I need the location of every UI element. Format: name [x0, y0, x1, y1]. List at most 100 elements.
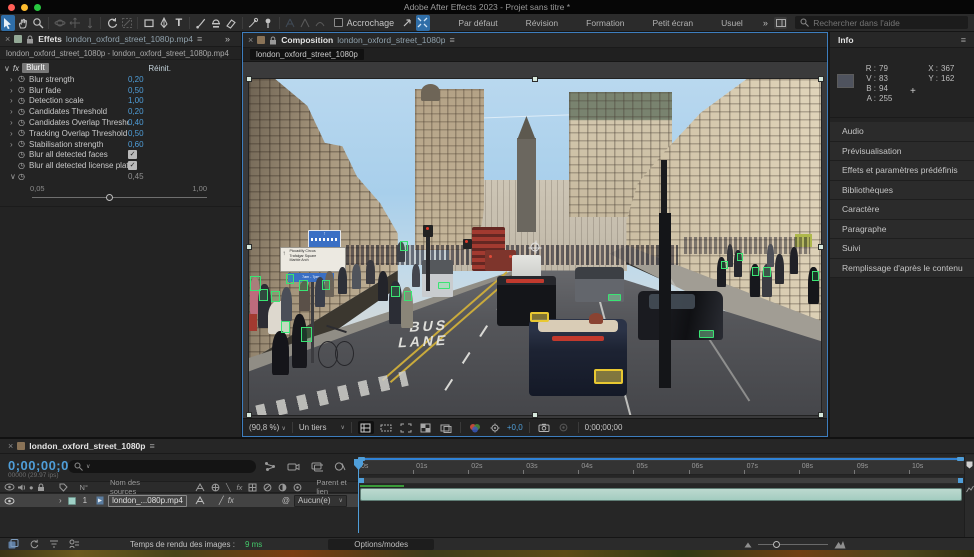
- comp-marker-icon[interactable]: [966, 461, 973, 469]
- info-panel-header[interactable]: Info ≡: [830, 32, 974, 48]
- composition-tab-chip[interactable]: london_oxford_street_1080p: [250, 49, 364, 60]
- playhead-line[interactable]: [358, 461, 359, 533]
- options-modes-button[interactable]: Options/modes: [328, 538, 435, 550]
- collapsed-panel-header[interactable]: Remplissage d'après le contenu: [830, 258, 974, 278]
- close-panel-icon[interactable]: ×: [5, 34, 10, 44]
- composition-panel-title[interactable]: Composition: [281, 35, 333, 45]
- collapsed-panel-header[interactable]: Bibliothèques: [830, 180, 974, 200]
- layer-draft-switch[interactable]: ╱: [219, 496, 224, 505]
- magnification-dropdown[interactable]: (90,8 %) ∨: [249, 423, 286, 432]
- stopwatch-icon[interactable]: ◷: [18, 129, 29, 137]
- layer-label-chip[interactable]: [67, 496, 76, 505]
- effect-reset-link[interactable]: Réinit.: [148, 64, 171, 73]
- text-tool-icon[interactable]: T: [172, 15, 186, 31]
- puppet-pin-tool-icon[interactable]: [261, 15, 275, 31]
- param-value[interactable]: 0,20: [128, 107, 144, 116]
- disclosure-arrow-icon[interactable]: ›: [10, 118, 18, 127]
- workspace-tab[interactable]: Formation: [572, 18, 638, 28]
- roto-brush-tool-icon[interactable]: [246, 15, 260, 31]
- render-queue-icon[interactable]: [69, 539, 80, 549]
- brush-tool-icon[interactable]: [194, 15, 208, 31]
- composition-viewer[interactable]: BUS LANE ↑ ↑ Piccadilly Circus Trafalgar…: [243, 62, 827, 418]
- stopwatch-icon[interactable]: ◷: [18, 86, 29, 94]
- layers-stack-icon[interactable]: [8, 539, 19, 549]
- shy-layers-icon[interactable]: [311, 461, 323, 472]
- panel-menu-icon[interactable]: ≡: [961, 35, 966, 45]
- collapsed-panel-header[interactable]: Caractère: [830, 200, 974, 220]
- layer-disclosure-arrow[interactable]: ›: [59, 496, 62, 505]
- help-search[interactable]: [795, 16, 969, 29]
- composition-flowchart-icon[interactable]: [264, 461, 276, 472]
- work-area-end-handle[interactable]: [958, 478, 963, 483]
- collapsed-panel-header[interactable]: Suivi: [830, 239, 974, 259]
- slider-param-row[interactable]: ∨ ◷ 0,45: [0, 171, 241, 182]
- effect-name[interactable]: BlurIt: [22, 63, 49, 73]
- hand-tool-icon[interactable]: [16, 15, 30, 31]
- timeline-tab-title[interactable]: london_oxford_street_1080p: [29, 441, 145, 451]
- selection-handle[interactable]: [246, 244, 252, 250]
- stopwatch-icon[interactable]: ◷: [18, 161, 29, 170]
- audio-column-icon[interactable]: [17, 483, 26, 492]
- layer-visibility-eye-icon[interactable]: [4, 497, 15, 505]
- selection-handle[interactable]: [818, 76, 824, 82]
- layer-anchor-point[interactable]: [528, 240, 542, 254]
- effect-param-row[interactable]: ◷ Blur all detected license plat ✓: [0, 160, 241, 171]
- selection-handle[interactable]: [246, 76, 252, 82]
- close-panel-icon[interactable]: ×: [8, 441, 13, 451]
- selection-handle[interactable]: [532, 76, 538, 82]
- zoom-slider-thumb[interactable]: [773, 540, 781, 548]
- effect-param-row[interactable]: › ◷ Blur strength 0,20: [0, 74, 241, 85]
- param-value[interactable]: 0,20: [128, 75, 144, 84]
- collapsed-panel-header[interactable]: Audio: [830, 122, 974, 142]
- pen-tool-icon[interactable]: [157, 15, 171, 31]
- timeline-tabbar[interactable]: × london_oxford_street_1080p ≡: [0, 439, 974, 454]
- workspace-tab[interactable]: Usuel: [707, 18, 757, 28]
- exposure-gear-icon[interactable]: [487, 421, 503, 434]
- snap-toggle[interactable]: Accrochage: [333, 18, 394, 28]
- video-column-icon[interactable]: [4, 483, 15, 491]
- grid-guides-button[interactable]: [357, 421, 374, 434]
- rotate-tool-icon[interactable]: [105, 15, 119, 31]
- draft-3d-icon[interactable]: [287, 461, 300, 472]
- expand-icon[interactable]: [415, 14, 430, 31]
- slider-track[interactable]: [32, 193, 207, 201]
- param-value[interactable]: 0,50: [128, 86, 144, 95]
- layer-quality-icon[interactable]: [195, 496, 205, 505]
- eraser-tool-icon[interactable]: [224, 15, 238, 31]
- preview-overlap-button[interactable]: [438, 421, 454, 434]
- param-value[interactable]: 1,00: [128, 96, 144, 105]
- collapsed-panel-header[interactable]: Paragraphe: [830, 219, 974, 239]
- effect-param-row[interactable]: › ◷ Candidates Threshold 0,20: [0, 106, 241, 117]
- workspace-tab[interactable]: Révision: [512, 18, 573, 28]
- zoom-out-mountain-icon[interactable]: [744, 541, 752, 548]
- disclosure-arrow-icon[interactable]: ›: [10, 107, 18, 116]
- shape-rectangle-tool-icon[interactable]: [142, 15, 156, 31]
- region-of-interest-button[interactable]: [398, 421, 414, 434]
- disclosure-arrow-icon[interactable]: ›: [10, 140, 18, 149]
- stopwatch-icon[interactable]: ◷: [18, 75, 29, 83]
- time-ruler[interactable]: 0s 01s 02s 03s 04s 05s 06s 07s 08s 09s 10s: [358, 461, 964, 475]
- frame-blending-icon[interactable]: [334, 461, 346, 472]
- layer-duration-bar[interactable]: [360, 488, 962, 501]
- disclosure-arrow-icon[interactable]: ›: [10, 86, 18, 95]
- stopwatch-icon[interactable]: ◷: [18, 96, 29, 105]
- effect-param-row[interactable]: ◷ Blur all detected faces ✓: [0, 150, 241, 161]
- effect-header-row[interactable]: ∨ fx BlurIt Réinit.: [0, 62, 241, 74]
- workspace-settings-button[interactable]: [773, 16, 788, 29]
- zoom-in-mountain-icon[interactable]: [834, 539, 846, 549]
- effect-param-row[interactable]: › ◷ Blur fade 0,50: [0, 85, 241, 96]
- effects-tabbar[interactable]: × Effets london_oxford_street_1080p.mp4 …: [0, 32, 241, 47]
- parent-pickwhip-icon[interactable]: @: [282, 496, 290, 505]
- collapse-arrow-icon[interactable]: ∨: [4, 64, 10, 73]
- search-filter-caret[interactable]: ∨: [86, 463, 90, 470]
- panel-menu-icon[interactable]: ≡: [449, 35, 454, 45]
- stopwatch-icon[interactable]: ◷: [18, 107, 29, 116]
- current-timecode[interactable]: 0;00;00;00: [8, 458, 77, 473]
- timeline-search[interactable]: ∨: [68, 460, 256, 473]
- workspace-overflow[interactable]: »: [763, 18, 768, 28]
- stopwatch-icon[interactable]: ◷: [18, 140, 29, 148]
- stopwatch-icon[interactable]: ◷: [18, 118, 29, 127]
- layer-name[interactable]: london_...080p.mp4: [108, 494, 187, 507]
- parent-dropdown[interactable]: Aucun(e) ∨: [294, 494, 347, 507]
- effect-param-row[interactable]: › ◷ Candidates Overlap Threshol 0,40: [0, 117, 241, 128]
